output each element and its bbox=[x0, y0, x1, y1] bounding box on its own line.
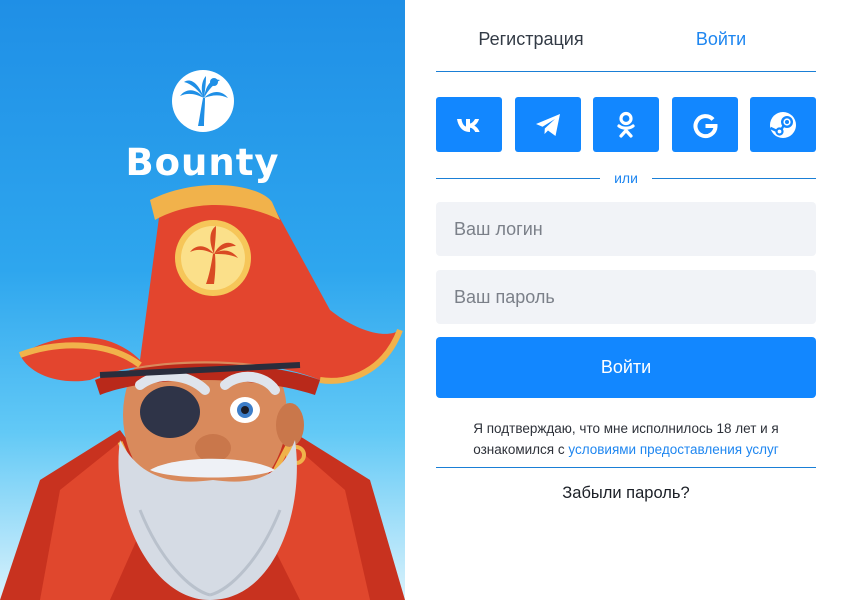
odnoklassniki-login-button[interactable] bbox=[593, 97, 659, 152]
steam-icon bbox=[769, 111, 796, 138]
or-divider: или bbox=[436, 168, 816, 188]
password-input[interactable] bbox=[436, 270, 816, 324]
social-login-row bbox=[436, 97, 816, 152]
tab-registration[interactable]: Регистрация bbox=[436, 0, 626, 71]
vk-login-button[interactable] bbox=[436, 97, 502, 152]
login-submit-button[interactable]: Войти bbox=[436, 337, 816, 398]
terms-link[interactable]: условиями предоставления услуг bbox=[568, 442, 778, 457]
or-label: или bbox=[614, 170, 638, 186]
login-input[interactable] bbox=[436, 202, 816, 256]
promo-panel: Bounty bbox=[0, 0, 405, 600]
tab-login[interactable]: Войти bbox=[626, 0, 816, 71]
auth-panel: Регистрация Войти или Ваш логин Войти Я … bbox=[436, 0, 816, 600]
forgot-password-link[interactable]: Забыли пароль? bbox=[436, 484, 816, 503]
vk-icon bbox=[457, 118, 480, 132]
steam-login-button[interactable] bbox=[750, 97, 816, 152]
telegram-login-button[interactable] bbox=[514, 97, 581, 152]
palm-logo-icon bbox=[171, 70, 234, 132]
brand-logo: Bounty bbox=[0, 68, 405, 184]
brand-name: Bounty bbox=[125, 141, 280, 184]
consent-divider bbox=[436, 467, 816, 468]
auth-tabs: Регистрация Войти bbox=[436, 0, 816, 72]
pirate-mascot-illustration bbox=[0, 184, 405, 600]
telegram-icon bbox=[535, 113, 560, 136]
google-icon bbox=[693, 113, 718, 138]
age-consent-text: Я подтверждаю, что мне исполнилось 18 ле… bbox=[436, 418, 816, 460]
google-login-button[interactable] bbox=[671, 97, 738, 152]
odnoklassniki-icon bbox=[617, 111, 635, 138]
